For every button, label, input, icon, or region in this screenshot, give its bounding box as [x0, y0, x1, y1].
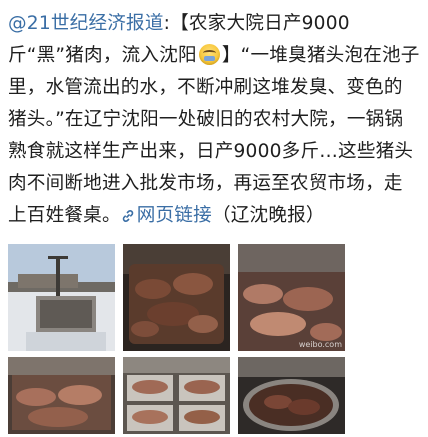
photo-3-image [238, 244, 345, 351]
photo-4-image [8, 357, 115, 434]
author-mention-link[interactable]: @21世纪经济报道 [8, 13, 164, 34]
photo-1-image [8, 244, 115, 351]
source-note: （辽沈晚报） [211, 205, 325, 226]
photo-thumbnail-5[interactable] [123, 357, 230, 434]
photo-thumbnail-4[interactable] [8, 357, 115, 434]
link-icon [122, 210, 133, 222]
photo-thumbnail-6[interactable] [238, 357, 345, 434]
post-text: @21世纪经济报道:【农家大院日产9000斤“黑”猪肉，流入沈阳 】“一堆臭猪头泡… [8, 8, 420, 232]
web-link[interactable]: 网页链接 [121, 205, 212, 226]
photo-2-image [123, 244, 230, 351]
photo-watermark: weibo.com [298, 340, 342, 349]
photo-thumbnail-2[interactable] [123, 244, 230, 351]
weibo-post: @21世纪经济报道:【农家大院日产9000斤“黑”猪肉，流入沈阳 】“一堆臭猪头泡… [0, 0, 428, 437]
web-link-label: 网页链接 [136, 205, 212, 226]
photo-grid: weibo.com [8, 244, 422, 434]
photo-thumbnail-3[interactable]: weibo.com [238, 244, 345, 351]
crying-face-emoji-icon [198, 44, 220, 65]
photo-thumbnail-1[interactable] [8, 244, 115, 351]
photo-6-image [238, 357, 345, 434]
photo-5-image [123, 357, 230, 434]
post-body-part2: 】“一堆臭猪头泡在池子里，水管流出的水，不断冲刷这堆发臭、变色的猪头。”在辽宁沈… [8, 45, 420, 226]
